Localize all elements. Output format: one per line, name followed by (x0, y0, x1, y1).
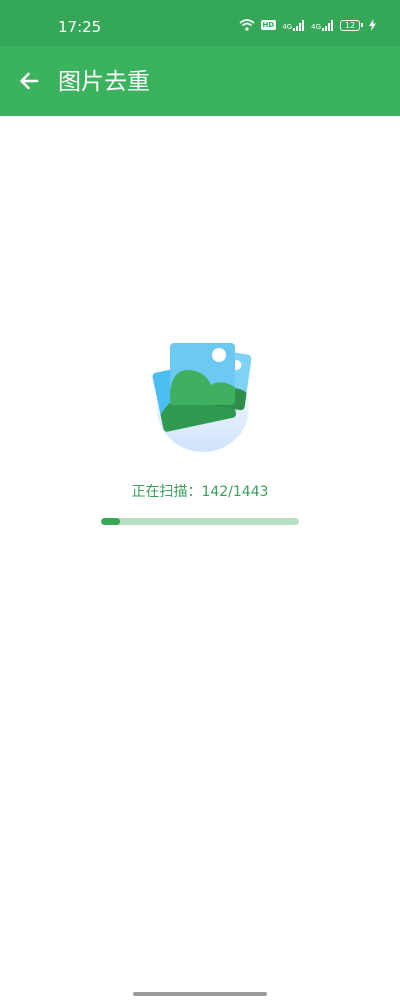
scan-status-text: 正在扫描：142/1443 (131, 484, 269, 500)
status-bar: 17:25 HD 4G 4G 12 (0, 0, 400, 46)
signal-4g-icon: 4G (311, 19, 334, 31)
charging-icon (369, 19, 376, 31)
photo-stack-illustration (152, 343, 252, 452)
battery-icon: 12 (340, 19, 363, 31)
app-bar: 图片去重 (0, 46, 400, 116)
scan-progress-bar (101, 518, 299, 525)
status-icons: HD 4G 4G 12 (239, 19, 376, 31)
status-time: 17:25 (58, 18, 102, 36)
arrow-left-icon (20, 72, 39, 90)
front-photo-card (170, 343, 235, 405)
home-indicator[interactable] (133, 992, 267, 996)
page-title: 图片去重 (58, 69, 150, 95)
signal-4g-icon: 4G (282, 19, 305, 31)
hd-icon: HD (260, 20, 277, 30)
scan-progress-fill (101, 518, 121, 525)
wifi-icon (239, 19, 255, 31)
back-button[interactable] (8, 56, 50, 106)
